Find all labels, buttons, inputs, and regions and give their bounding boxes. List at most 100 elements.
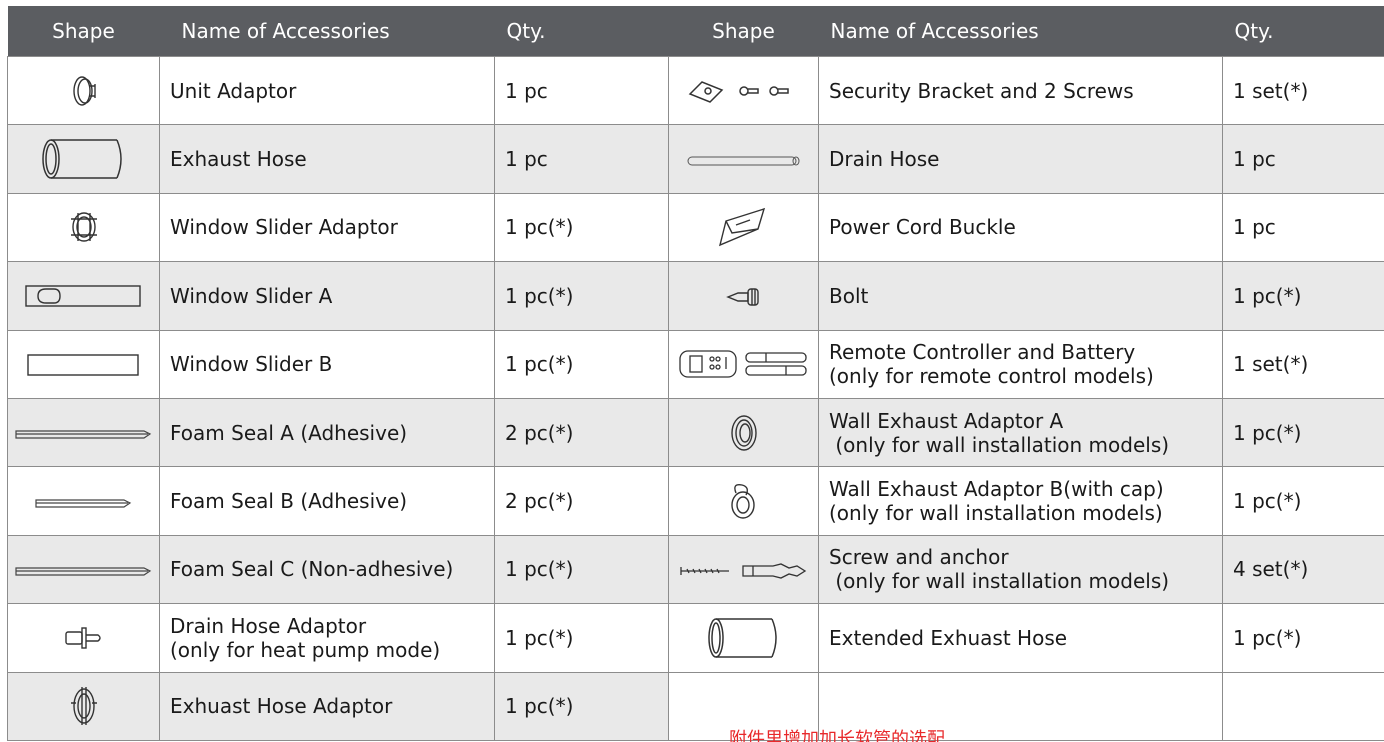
table-row: Window Slider B 1 pc(*) Remote Controlle… <box>7 329 1384 399</box>
item-qty: 1 pc(*) <box>1222 261 1384 331</box>
accessories-table: Shape Name of Accessories Qty. Shape Nam… <box>7 6 1384 742</box>
item-name-cell: Power Cord Buckle <box>818 192 1223 263</box>
header-shape: Shape <box>7 6 160 57</box>
table-row: Exhuast Hose Adaptor 1 pc(*) <box>7 671 1384 742</box>
screw-anchor-icon <box>679 562 806 579</box>
item-qty <box>1222 671 1384 742</box>
shape-cell <box>7 192 160 263</box>
shape-cell <box>7 534 160 605</box>
item-qty: 2 pc(*) <box>494 397 669 468</box>
wall-exhaust-adaptor-a-icon <box>730 414 757 451</box>
item-name-cell: Drain Hose <box>818 124 1223 194</box>
shape-cell <box>7 466 160 536</box>
window-slider-a-icon <box>24 285 141 307</box>
item-name: Drain Hose <box>829 147 940 172</box>
extended-exhaust-hose-icon <box>707 618 777 658</box>
item-qty: 1 pc <box>494 55 669 126</box>
item-name: Screw and anchor <box>829 545 1009 570</box>
remote-controller-icon <box>678 350 807 378</box>
shape-cell <box>7 261 160 331</box>
item-qty: 1 pc <box>1222 192 1384 263</box>
shape-cell <box>7 124 160 194</box>
header-shape-right: Shape <box>668 6 819 57</box>
overlay-note: 附件里增加加长软管的选配 <box>729 729 945 742</box>
exhaust-hose-icon <box>41 139 122 179</box>
item-name-cell: Bolt <box>818 261 1223 331</box>
item-name-note: (only for wall installation models) <box>829 432 1170 457</box>
table-row: Foam Seal A (Adhesive) 2 pc(*) Wall Exha… <box>7 397 1384 468</box>
shape-cell <box>7 329 160 399</box>
shape-cell <box>668 124 819 194</box>
item-qty: 4 set(*) <box>1222 534 1384 605</box>
exhaust-hose-adaptor-icon <box>70 687 97 726</box>
item-name-cell: Screw and anchor (only for wall installa… <box>818 534 1223 605</box>
table-row: Drain Hose Adaptor (only for heat pump m… <box>7 603 1384 673</box>
foam-seal-b-icon <box>34 498 131 508</box>
drain-hose-icon <box>687 156 799 166</box>
item-name-cell: Wall Exhaust Adaptor A (only for wall in… <box>818 397 1223 468</box>
security-bracket-icon <box>688 80 789 103</box>
foam-seal-a-icon <box>14 430 151 439</box>
table-row: Foam Seal B (Adhesive) 2 pc(*) Wall Exha… <box>7 466 1384 536</box>
table-row: Window Slider A 1 pc(*) Bolt 1 pc(*) <box>7 261 1384 331</box>
item-qty: 1 pc(*) <box>494 671 669 742</box>
item-name-cell: Unit Adaptor <box>159 55 495 126</box>
item-qty: 1 pc <box>1222 124 1384 194</box>
item-name-cell: Foam Seal A (Adhesive) <box>159 397 495 468</box>
power-cord-buckle-icon <box>718 208 765 247</box>
table-row: Exhaust Hose 1 pc Drain Hose 1 pc <box>7 124 1384 194</box>
shape-cell <box>668 534 819 605</box>
item-qty: 1 set(*) <box>1222 329 1384 399</box>
item-name: Foam Seal A (Adhesive) <box>170 420 408 445</box>
shape-cell <box>7 671 160 742</box>
table-row: Unit Adaptor 1 pc Security Bracket and 2… <box>7 55 1384 126</box>
item-name: Window Slider B <box>170 352 333 377</box>
table-row: Window Slider Adaptor 1 pc(*) Power Cord… <box>7 192 1384 263</box>
bolt-icon <box>725 287 759 306</box>
item-name-cell: Extended Exhuast Hose <box>818 603 1223 673</box>
item-qty: 1 set(*) <box>1222 55 1384 126</box>
wall-exhaust-adaptor-b-icon <box>730 484 755 519</box>
item-name: Security Bracket and 2 Screws <box>829 78 1134 103</box>
shape-cell <box>668 55 819 126</box>
item-name-cell: Remote Controller and Battery (only for … <box>818 329 1223 399</box>
item-name: Power Cord Buckle <box>829 215 1016 240</box>
item-name-cell: Window Slider B <box>159 329 495 399</box>
item-name: Bolt <box>829 283 869 308</box>
item-name: Unit Adaptor <box>170 78 297 103</box>
shape-cell <box>668 329 819 399</box>
window-slider-adaptor-icon <box>70 212 97 243</box>
shape-cell <box>7 603 160 673</box>
header-name: Name of Accessories <box>159 6 495 57</box>
item-qty: 1 pc(*) <box>1222 397 1384 468</box>
unit-adaptor-icon <box>72 75 96 106</box>
item-name: Drain Hose Adaptor <box>170 613 367 638</box>
item-name: Extended Exhuast Hose <box>829 625 1068 650</box>
item-qty: 1 pc(*) <box>494 192 669 263</box>
header-row: Shape Name of Accessories Qty. Shape Nam… <box>7 6 1384 57</box>
item-name-cell: Foam Seal B (Adhesive) <box>159 466 495 536</box>
item-name-cell: Drain Hose Adaptor (only for heat pump m… <box>159 603 495 673</box>
item-name-note: (only for remote control models) <box>829 364 1154 389</box>
item-name-note: (only for wall installation models) <box>829 569 1170 594</box>
item-name: Window Slider Adaptor <box>170 215 398 240</box>
item-qty: 1 pc <box>494 124 669 194</box>
item-name-note: (only for wall installation models) <box>829 501 1163 526</box>
header-name-right: Name of Accessories <box>818 6 1223 57</box>
shape-cell <box>668 192 819 263</box>
item-name-cell: Exhaust Hose <box>159 124 495 194</box>
item-name: Exhaust Hose <box>170 147 307 172</box>
item-qty: 2 pc(*) <box>494 466 669 536</box>
item-qty: 1 pc(*) <box>1222 603 1384 673</box>
item-qty: 1 pc(*) <box>1222 466 1384 536</box>
header-qty-right: Qty. <box>1222 6 1384 57</box>
item-qty: 1 pc(*) <box>494 603 669 673</box>
item-qty: 1 pc(*) <box>494 329 669 399</box>
shape-cell <box>7 397 160 468</box>
table-row: Foam Seal C (Non-adhesive) 1 pc(*) Screw… <box>7 534 1384 605</box>
item-name: Window Slider A <box>170 283 333 308</box>
item-name-cell: Wall Exhaust Adaptor B(with cap) (only f… <box>818 466 1223 536</box>
item-name-cell: Security Bracket and 2 Screws <box>818 55 1223 126</box>
shape-cell <box>668 261 819 331</box>
shape-cell <box>668 397 819 468</box>
